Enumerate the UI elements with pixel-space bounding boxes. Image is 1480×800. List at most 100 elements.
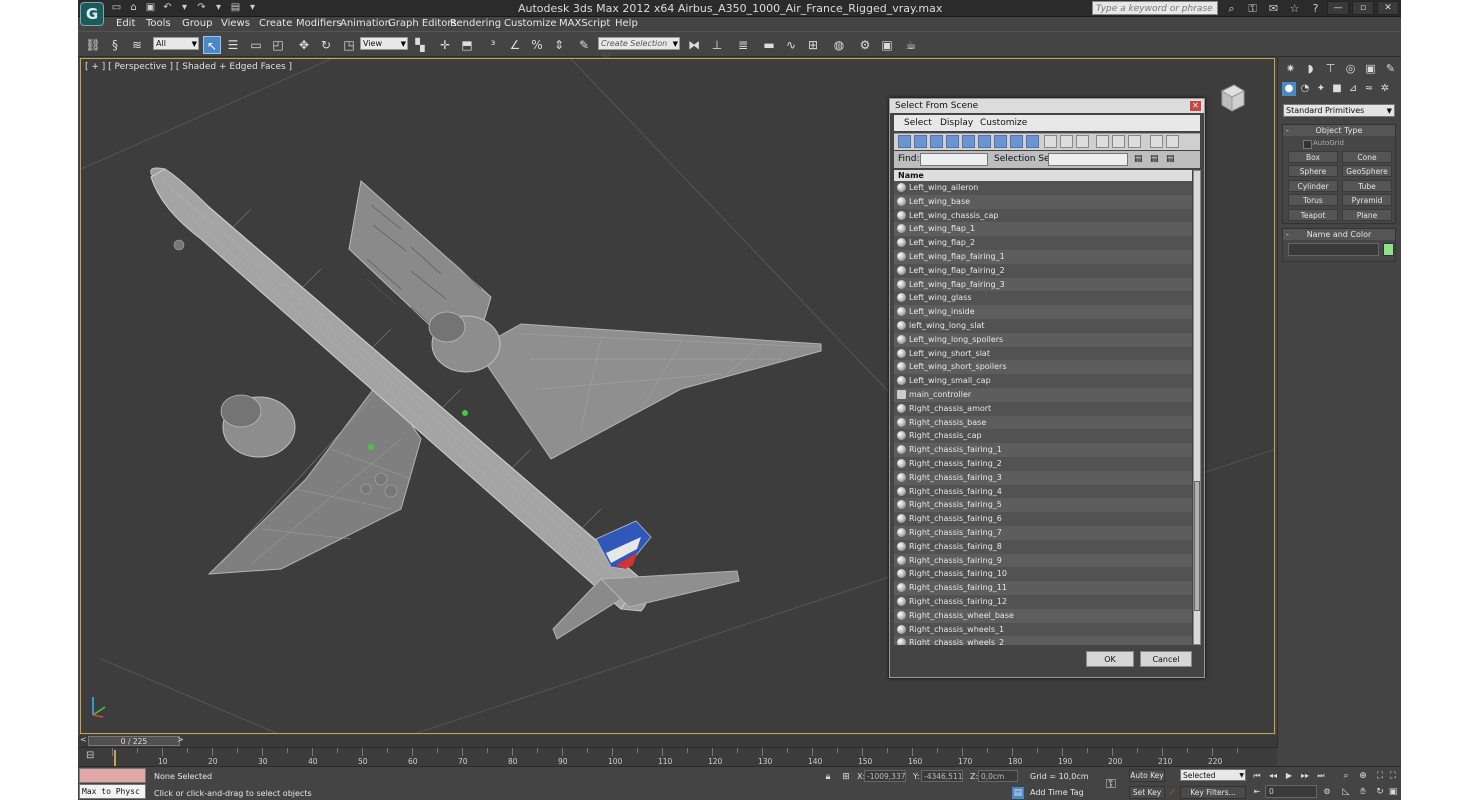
favorites-icon[interactable]: ☆ [1288, 2, 1301, 16]
utilities-tab-icon[interactable]: ✎ [1382, 60, 1399, 77]
display-xrefs-icon[interactable] [1010, 135, 1023, 148]
select-object-icon[interactable]: ↖ [203, 36, 221, 54]
unlink-selection-icon[interactable]: § [106, 36, 124, 54]
teapot-button[interactable]: Teapot [1288, 209, 1338, 221]
bind-to-space-warp-icon[interactable]: ≋ [128, 36, 146, 54]
list-item[interactable]: Left_wing_flap_2 [894, 236, 1192, 250]
list-item[interactable]: Left_wing_flap_fairing_3 [894, 277, 1192, 292]
space-warps-icon[interactable]: ≈ [1362, 82, 1376, 96]
subscription-icon[interactable]: ⚿ [1246, 2, 1259, 16]
select-and-move-icon[interactable]: ✥ [295, 36, 313, 54]
current-frame-field[interactable]: 0 [1265, 785, 1317, 798]
list-item[interactable]: Left_wing_short_slat [894, 346, 1192, 361]
percent-snap-icon[interactable]: % [528, 36, 546, 54]
select-by-name-icon[interactable]: ☰ [224, 36, 242, 54]
go-to-start-icon[interactable]: ⏮ [1251, 770, 1263, 782]
add-time-tag-button[interactable]: Add Time Tag [1030, 788, 1084, 797]
list-item[interactable]: Left_wing_small_cap [894, 374, 1192, 388]
maxscript-listener-output[interactable]: Max to Physc [79, 784, 146, 799]
orbit-icon[interactable]: ↻ [1374, 786, 1386, 798]
column-header-name[interactable]: Name [894, 170, 1192, 181]
render-production-icon[interactable]: ☕ [902, 36, 920, 54]
pyramid-button[interactable]: Pyramid [1342, 194, 1392, 206]
application-menu-button[interactable]: G [80, 2, 104, 26]
layer-manager-icon[interactable]: ≣ [734, 36, 752, 54]
find-input[interactable] [920, 153, 988, 166]
undo-icon[interactable]: ↶ [161, 2, 174, 14]
selection-set-dropdown[interactable] [1048, 153, 1128, 166]
tube-button[interactable]: Tube [1342, 180, 1392, 192]
minimize-button[interactable]: — [1327, 1, 1349, 15]
list-item[interactable]: Right_chassis_fairing_11 [894, 581, 1192, 595]
pan-view-icon[interactable]: ✋︎ [1357, 786, 1369, 798]
menu-maxscript[interactable]: MAXScript [559, 18, 610, 29]
communication-icon[interactable]: ✉ [1267, 2, 1280, 16]
save-selection-set-icon[interactable]: ▤ [1134, 154, 1143, 164]
primitive-category-dropdown[interactable]: Standard Primitives [1283, 104, 1395, 117]
selection-lock-icon[interactable]: 🔒︎ [822, 771, 834, 783]
cancel-button[interactable]: Cancel [1140, 651, 1192, 667]
dialog-menu-select[interactable]: Select [904, 118, 932, 128]
zoom-extents-icon[interactable]: ⛶ [1374, 770, 1386, 782]
pivot-center-icon[interactable]: ▚ [411, 36, 429, 54]
x-coordinate-field[interactable]: -1009,337c [864, 770, 906, 782]
menu-group[interactable]: Group [182, 18, 212, 29]
object-type-rollout-header[interactable]: Object Type [1283, 125, 1395, 136]
list-item[interactable]: Right_chassis_fairing_9 [894, 553, 1192, 568]
list-item[interactable]: Right_chassis_fairing_7 [894, 525, 1192, 540]
display-cameras-icon[interactable] [946, 135, 959, 148]
list-item[interactable]: Right_chassis_wheels_1 [894, 622, 1192, 637]
absolute-mode-icon[interactable]: ⊞ [840, 771, 852, 783]
lights-icon[interactable]: ✦ [1314, 82, 1328, 96]
select-and-manipulate-icon[interactable]: ✛ [436, 36, 454, 54]
motion-tab-icon[interactable]: ◎ [1342, 60, 1359, 77]
time-configuration-icon[interactable]: ⚙ [1321, 786, 1333, 798]
time-tag-icon[interactable]: ▤ [1012, 787, 1024, 799]
search-icon[interactable]: ⌕ [1225, 2, 1238, 16]
dialog-title-bar[interactable]: Select From Scene ✕ [890, 99, 1204, 113]
menu-animation[interactable]: Animation [340, 18, 391, 29]
redo-dropdown-icon[interactable]: ▾ [212, 2, 225, 14]
new-scene-icon[interactable]: ▭ [110, 2, 123, 14]
display-geometry-icon[interactable] [898, 135, 911, 148]
menu-modifiers[interactable]: Modifiers [296, 18, 342, 29]
list-item[interactable]: left_wing_long_slat [894, 318, 1192, 333]
cone-button[interactable]: Cone [1342, 151, 1392, 163]
time-slider-next-icon[interactable]: > [177, 735, 184, 744]
menu-help[interactable]: Help [615, 18, 638, 29]
edit-named-selection-icon[interactable]: ✎ [575, 36, 593, 54]
scene-object-list[interactable]: Name Left_wing_aileron Left_wing_base Left… [894, 170, 1192, 645]
help-search-input[interactable]: Type a keyword or phrase [1092, 1, 1218, 15]
display-tab-icon[interactable]: ▣ [1362, 60, 1379, 77]
align-icon[interactable]: ⊥ [708, 36, 726, 54]
geometry-icon[interactable]: ● [1282, 82, 1296, 96]
keyboard-shortcut-override-icon[interactable]: ⬒ [458, 36, 476, 54]
cylinder-button[interactable]: Cylinder [1288, 180, 1338, 192]
list-item[interactable]: Right_chassis_fairing_1 [894, 443, 1192, 457]
box-button[interactable]: Box [1288, 151, 1338, 163]
list-scrollbar[interactable] [1193, 170, 1201, 645]
key-filters-button[interactable]: Key Filters... [1180, 786, 1246, 799]
display-shapes-icon[interactable] [914, 135, 927, 148]
list-item[interactable]: Right_chassis_amort [894, 401, 1192, 416]
list-item[interactable]: Left_wing_aileron [894, 181, 1192, 195]
play-icon[interactable]: ▶ [1283, 770, 1295, 782]
list-item[interactable]: Right_chassis_wheels_2 [894, 636, 1192, 645]
object-name-input[interactable] [1288, 243, 1379, 256]
z-coordinate-field[interactable]: 0,0cm [978, 770, 1018, 782]
key-filter-pen-icon[interactable]: ⟋ [1166, 787, 1178, 799]
y-coordinate-field[interactable]: -4346,511c [921, 770, 963, 782]
display-groups-icon[interactable] [994, 135, 1007, 148]
list-item[interactable]: Left_wing_glass [894, 291, 1192, 306]
list-item[interactable]: Left_wing_chassis_cap [894, 208, 1192, 223]
mini-curve-editor-icon[interactable]: ⊟ [86, 750, 94, 761]
time-slider[interactable]: < 0 / 225 > [78, 735, 1277, 747]
material-editor-icon[interactable]: ◍ [830, 36, 848, 54]
window-crossing-icon[interactable]: ◰ [269, 36, 287, 54]
edit-selection-set-icon[interactable]: ▤ [1150, 154, 1159, 164]
curve-editor-icon[interactable]: ∿ [782, 36, 800, 54]
display-none-icon[interactable] [1060, 135, 1073, 148]
list-item[interactable]: Right_chassis_fairing_12 [894, 594, 1192, 609]
hierarchy-tab-icon[interactable]: ⊤ [1322, 60, 1339, 77]
select-none-icon[interactable] [1112, 135, 1125, 148]
